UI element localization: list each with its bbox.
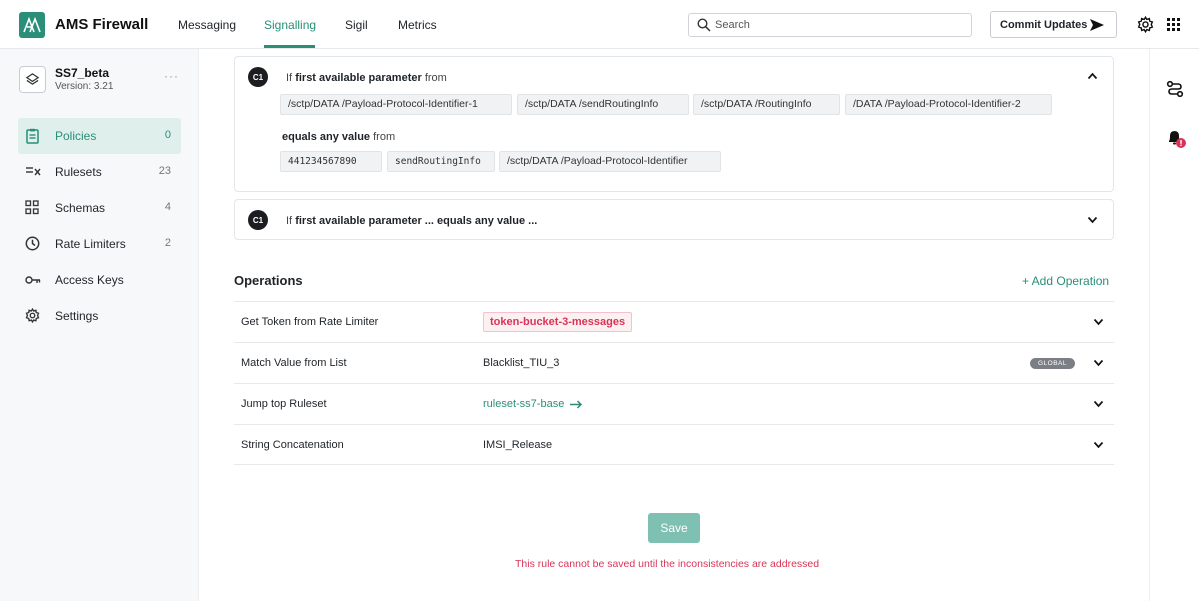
value-chip[interactable]: sendRoutingInfo: [387, 151, 495, 172]
chevron-down-icon[interactable]: [1093, 441, 1104, 449]
sidebar-item-policies[interactable]: Policies 0: [18, 118, 181, 154]
value-chip[interactable]: /sctp/DATA /Payload-Protocol-Identifier: [499, 151, 721, 172]
global-tag: GLOBAL: [1030, 358, 1076, 369]
key-icon: [25, 276, 41, 284]
search-input[interactable]: [715, 17, 965, 33]
operation-value: IMSI_Release: [483, 439, 553, 451]
operation-name: Match Value from List: [241, 357, 347, 369]
param-chip[interactable]: /DATA /Payload-Protocol-Identifier-2: [845, 94, 1052, 115]
param-chip[interactable]: /sctp/DATA /sendRoutingInfo: [517, 94, 689, 115]
rate-limiter-error-badge[interactable]: token-bucket-3-messages: [483, 312, 633, 332]
sidebar-item-settings[interactable]: Settings: [18, 298, 181, 334]
clock-icon: [25, 236, 40, 251]
operation-row[interactable]: Match Value from List Blacklist_TIU_3 GL…: [234, 342, 1114, 383]
condition-card-expanded: C1 If first available parameter from /sc…: [234, 56, 1114, 192]
condition-param-label: first available parameter: [295, 72, 422, 84]
sidebar-item-count: 0: [164, 129, 171, 141]
operation-row[interactable]: Jump top Ruleset ruleset-ss7-base: [234, 383, 1114, 424]
tab-sigil[interactable]: Sigil: [345, 18, 368, 32]
condition-summary-text: first available parameter ... equals any…: [295, 215, 538, 227]
project-name: SS7_beta: [55, 66, 110, 80]
gear-icon: [25, 308, 40, 323]
condition-badge: C1: [248, 67, 268, 87]
match-header: equals any value from: [282, 131, 395, 143]
condition-from-label: from: [424, 72, 447, 84]
add-operation-button[interactable]: + Add Operation: [1022, 274, 1109, 288]
left-sidebar: SS7_beta Version: 3.21 ··· Policies 0 Ru…: [0, 49, 199, 601]
match-label: equals any value: [282, 131, 371, 143]
chevron-down-icon[interactable]: [1087, 216, 1098, 224]
condition-summary: If first available parameter ... equals …: [286, 215, 537, 227]
brand-title: AMS Firewall: [55, 16, 149, 33]
tab-messaging[interactable]: Messaging: [178, 18, 236, 32]
param-chip[interactable]: /sctp/DATA /Payload-Protocol-Identifier-…: [280, 94, 512, 115]
chevron-down-icon[interactable]: [1093, 359, 1104, 367]
sidebar-item-count: 23: [158, 165, 171, 177]
condition-header: If first available parameter from: [286, 72, 447, 84]
condition-prefix: If: [286, 215, 293, 227]
value-chip[interactable]: 441234567890: [280, 151, 382, 172]
sidebar-item-label: Access Keys: [55, 273, 124, 287]
list-check-icon: [26, 167, 41, 176]
chevron-up-icon[interactable]: [1087, 72, 1098, 80]
sidebar-item-count: 4: [164, 201, 171, 213]
condition-prefix: If: [286, 72, 293, 84]
param-chip[interactable]: /sctp/DATA /RoutingInfo: [693, 94, 840, 115]
sidebar-item-label: Rulesets: [55, 165, 102, 179]
search-icon: [697, 18, 711, 32]
tab-signalling[interactable]: Signalling: [264, 18, 316, 32]
operation-value: Blacklist_TIU_3: [483, 357, 560, 369]
project-version: Version: 3.21: [55, 81, 114, 92]
active-tab-indicator: [264, 45, 315, 48]
operations-title: Operations: [234, 273, 303, 288]
save-error-message: This rule cannot be saved until the inco…: [515, 558, 820, 570]
save-button[interactable]: Save: [648, 513, 700, 543]
project-layers-icon[interactable]: [19, 66, 46, 93]
commit-updates-button[interactable]: Commit Updates: [990, 11, 1117, 38]
search-box[interactable]: [688, 13, 972, 37]
ruleset-link-label: ruleset-ss7-base: [483, 398, 565, 410]
condition-badge: C1: [248, 210, 268, 230]
sidebar-item-schemas[interactable]: Schemas 4: [18, 190, 181, 226]
gear-icon[interactable]: [1137, 16, 1154, 33]
sidebar-item-label: Schemas: [55, 201, 106, 215]
condition-card-collapsed[interactable]: C1 If first available parameter ... equa…: [234, 199, 1114, 240]
app-grid-icon[interactable]: [1166, 17, 1181, 32]
ams-logo-icon[interactable]: [19, 12, 45, 38]
sidebar-item-count: 2: [164, 237, 171, 249]
sidebar-item-label: Rate Limiters: [55, 237, 126, 251]
sidebar-item-rulesets[interactable]: Rulesets 23: [18, 154, 181, 190]
chevron-down-icon[interactable]: [1093, 318, 1104, 326]
operation-name: Jump top Ruleset: [241, 398, 327, 410]
sidebar-item-label: Policies: [55, 129, 97, 143]
notification-bell-icon[interactable]: [1165, 128, 1187, 150]
arrow-right-icon: [570, 400, 583, 409]
sidebar-item-rate-limiters[interactable]: Rate Limiters 2: [18, 226, 181, 262]
schema-grid-icon: [25, 200, 39, 215]
sidebar-item-label: Settings: [55, 309, 99, 323]
route-icon[interactable]: [1166, 80, 1184, 98]
right-rail: [1149, 49, 1199, 601]
chevron-down-icon[interactable]: [1093, 400, 1104, 408]
ruleset-link[interactable]: ruleset-ss7-base: [483, 398, 583, 410]
tab-metrics[interactable]: Metrics: [398, 18, 437, 32]
operation-name: Get Token from Rate Limiter: [241, 316, 379, 328]
clipboard-icon: [26, 128, 39, 144]
operation-name: String Concatenation: [241, 439, 344, 451]
operation-row[interactable]: Get Token from Rate Limiter token-bucket…: [234, 301, 1114, 342]
project-more-icon[interactable]: ···: [164, 69, 179, 83]
operation-row[interactable]: String Concatenation IMSI_Release: [234, 424, 1114, 465]
sidebar-item-access-keys[interactable]: Access Keys: [18, 262, 181, 298]
commit-updates-label: Commit Updates: [1000, 18, 1088, 31]
send-arrow-icon: [1090, 19, 1104, 31]
top-bar: AMS Firewall Messaging Signalling Sigil …: [0, 0, 1199, 49]
match-from-label: from: [373, 131, 396, 143]
